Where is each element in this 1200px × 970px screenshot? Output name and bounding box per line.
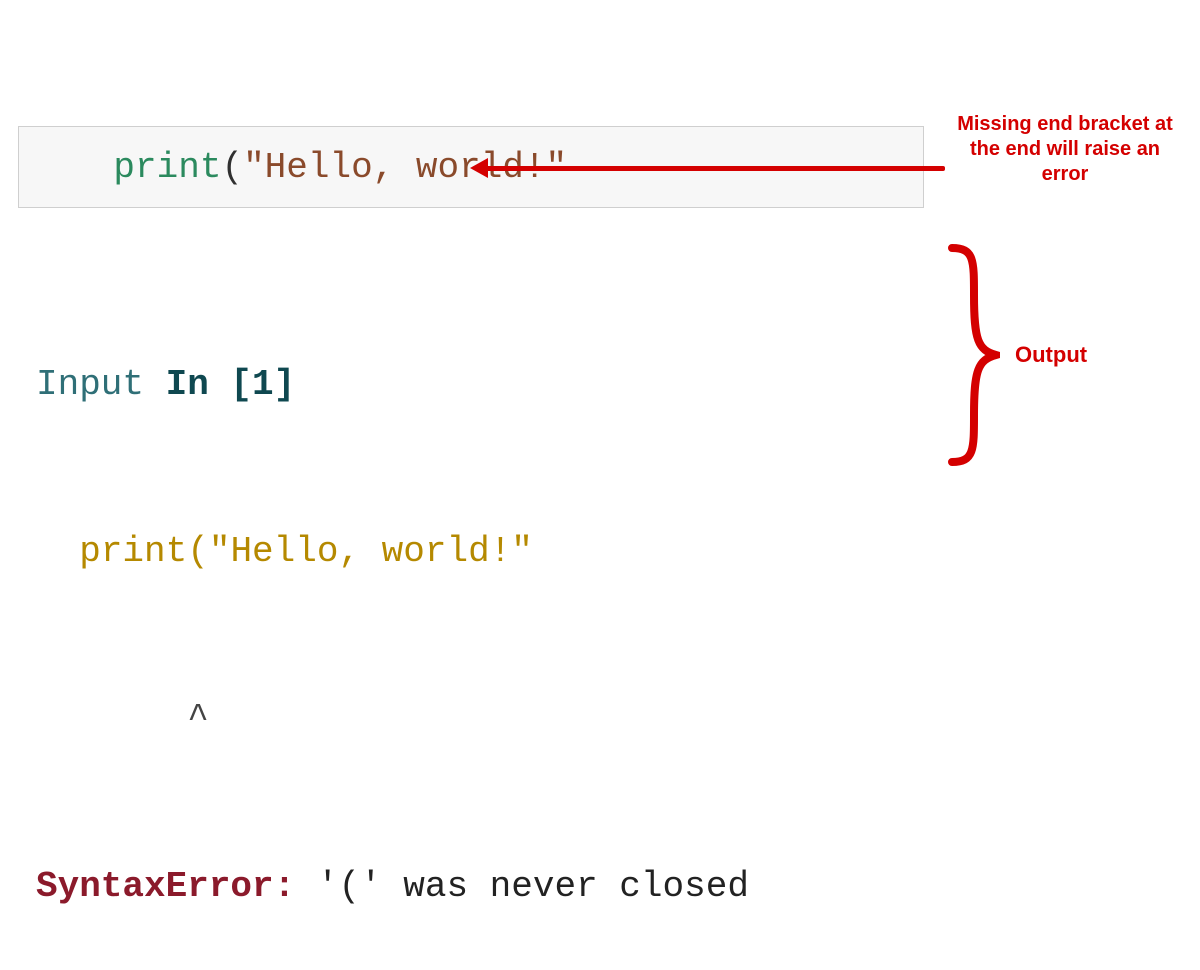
caret-icon: ^ (187, 698, 209, 739)
output-error-message: '(' was never closed (295, 866, 749, 907)
output-caret-line: ^ (36, 691, 749, 747)
output-block: Input In [1] print("Hello, world!" ^ Syn… (36, 245, 749, 970)
annotation-output-label: Output (1015, 342, 1087, 368)
output-caret-indent (36, 698, 187, 739)
output-error-name: SyntaxError: (36, 866, 295, 907)
brace-icon (940, 240, 1000, 470)
token-function: print (113, 147, 221, 188)
output-echo-code: print("Hello, world!" (79, 531, 533, 572)
output-echo-indent (36, 531, 79, 572)
annotation-missing-bracket: Missing end bracket at the end will rais… (950, 112, 1180, 187)
output-in-brackets: In [1] (166, 364, 296, 405)
token-open-paren: ( (221, 147, 243, 188)
annotation-arrow (470, 158, 945, 178)
output-error-line: SyntaxError: '(' was never closed (36, 859, 749, 915)
output-input-header: Input In [1] (36, 357, 749, 413)
output-input-word: Input (36, 364, 166, 405)
arrow-line-icon (480, 166, 945, 171)
output-echo-line: print("Hello, world!" (36, 524, 749, 580)
